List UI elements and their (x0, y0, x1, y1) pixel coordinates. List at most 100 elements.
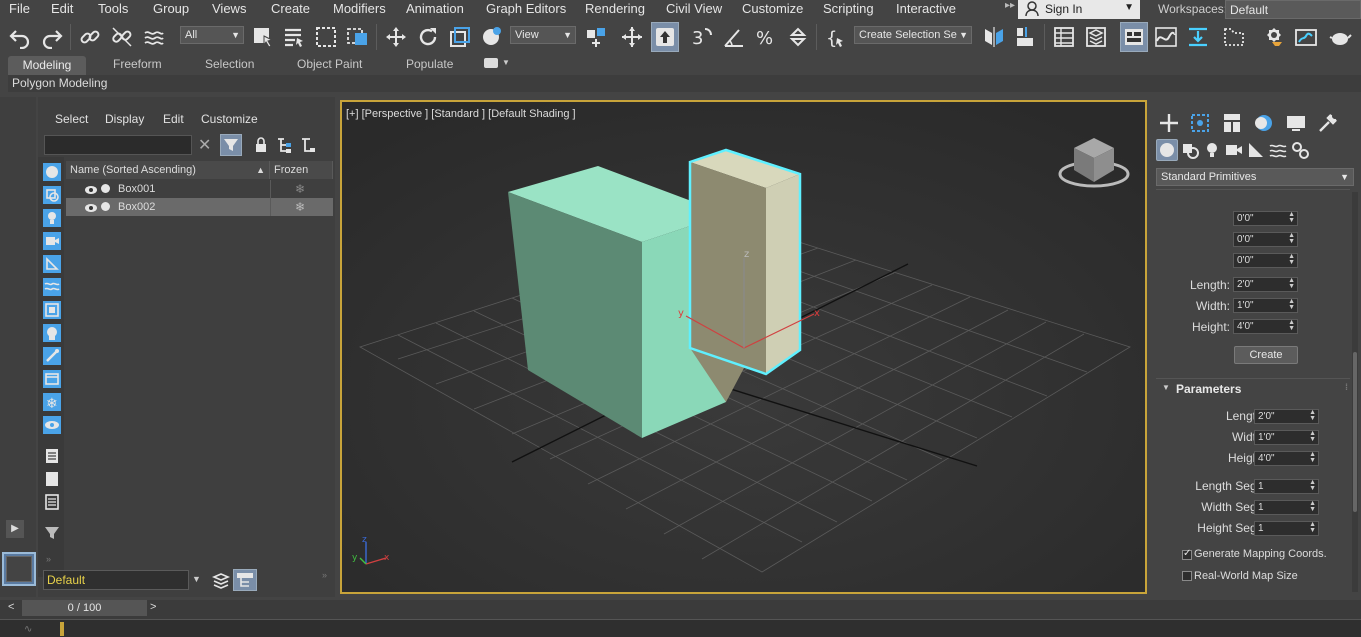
menu-group[interactable]: Group (153, 1, 189, 16)
render-production-button[interactable] (1326, 22, 1354, 52)
generate-mapping-checkbox[interactable]: ✓ (1182, 548, 1192, 560)
toggle-layer-explorer-button[interactable] (1082, 22, 1110, 52)
clear-search-icon[interactable]: ✕ (198, 135, 211, 155)
perspective-viewport[interactable]: y x z z x y [+] [Perspective ] [Standard… (340, 100, 1147, 594)
spinner-arrows-icon[interactable]: ▲ ▼ (1288, 232, 1295, 245)
spinner-arrows-icon[interactable]: ▲ ▼ (1309, 500, 1316, 513)
window-crossing-button[interactable] (344, 22, 372, 52)
workspaces-select[interactable]: Default (1225, 0, 1361, 19)
param-length-spinner[interactable]: 2'0" ▲ ▼ (1254, 409, 1319, 424)
motion-tab[interactable] (1252, 111, 1276, 135)
lights-category-button[interactable] (1202, 140, 1222, 160)
param-width-spinner[interactable]: 1'0" ▲ ▼ (1254, 430, 1319, 445)
spinner-arrows-icon[interactable]: ▲ ▼ (1288, 319, 1295, 332)
unlink-button[interactable] (108, 22, 136, 52)
auto-key-icon[interactable]: ∿ (24, 624, 32, 635)
spinner-arrows-icon[interactable]: ▲ ▼ (1309, 430, 1316, 443)
layer-manager-button[interactable] (210, 570, 232, 590)
display-lights-icon[interactable] (42, 209, 62, 227)
menu-customize[interactable]: Customize (742, 1, 803, 16)
parameters-rollout-header[interactable]: ▼ Parameters ⁞ (1156, 382, 1354, 398)
render-setup-button[interactable] (1260, 22, 1288, 52)
toggle-scene-explorer-button[interactable] (1050, 22, 1078, 52)
polygon-modeling-panel[interactable]: Polygon Modeling (12, 76, 107, 90)
display-frozen-icon[interactable]: ❄ (42, 393, 62, 411)
tab-modeling[interactable]: Modeling (8, 56, 86, 75)
table-row[interactable]: Box001 ❄ (66, 180, 333, 198)
play-icon[interactable]: ▶ (6, 520, 24, 538)
tab-populate[interactable]: Populate (406, 57, 453, 71)
named-selection-set-select[interactable]: Create Selection Se ▼ (854, 26, 972, 44)
x-spinner[interactable]: 0'0" ▲ ▼ (1233, 211, 1298, 226)
table-row[interactable]: Box002 ❄ (66, 198, 333, 216)
select-object-button[interactable] (249, 22, 277, 52)
hierarchy-icon[interactable] (276, 137, 292, 156)
param-height-spinner[interactable]: 4'0" ▲ ▼ (1254, 451, 1319, 466)
explorer-menu-display[interactable]: Display (105, 112, 144, 126)
spinner-arrows-icon[interactable]: ▲ ▼ (1288, 253, 1295, 266)
chevron-down-icon[interactable]: ▼ (192, 574, 201, 584)
spinner-arrows-icon[interactable]: ▲ ▼ (1309, 409, 1316, 422)
tab-selection[interactable]: Selection (205, 57, 254, 71)
rendered-frame-window-button[interactable] (1292, 22, 1320, 52)
length-spinner[interactable]: 2'0" ▲ ▼ (1233, 277, 1298, 292)
systems-category-button[interactable] (1290, 140, 1310, 160)
spinner-arrows-icon[interactable]: ▲ ▼ (1309, 479, 1316, 492)
menu-edit[interactable]: Edit (51, 1, 73, 16)
curve-editor-button[interactable] (1152, 22, 1180, 52)
angle-snap-toggle-button[interactable] (720, 22, 748, 52)
undo-button[interactable] (6, 22, 34, 52)
utilities-tab[interactable] (1316, 111, 1340, 135)
time-next-icon[interactable]: > (150, 601, 156, 613)
create-button[interactable]: Create (1234, 346, 1298, 364)
width-segs-spinner[interactable]: 1 ▲ ▼ (1254, 500, 1319, 515)
display-invert-icon[interactable] (42, 493, 62, 511)
select-and-scale-button[interactable] (446, 22, 474, 52)
snaps-toggle-button[interactable]: 3 (688, 22, 716, 52)
display-all-icon[interactable] (42, 447, 62, 465)
filter-button[interactable] (220, 134, 242, 156)
align-button[interactable] (1012, 22, 1040, 52)
menu-rendering[interactable]: Rendering (585, 1, 645, 16)
modify-tab[interactable] (1188, 111, 1212, 135)
display-hidden-icon[interactable] (42, 416, 62, 434)
selection-filter-select[interactable]: All ▼ (180, 26, 244, 44)
collapse-panel-icon[interactable]: » (322, 570, 327, 580)
chevron-down-icon[interactable]: ▼ (502, 58, 510, 67)
spinner-arrows-icon[interactable]: ▲ ▼ (1288, 277, 1295, 290)
helpers-category-button[interactable] (1246, 140, 1266, 160)
redo-button[interactable] (38, 22, 66, 52)
spinner-arrows-icon[interactable]: ▲ ▼ (1288, 211, 1295, 224)
menu-file[interactable]: File (9, 1, 30, 16)
menu-scripting[interactable]: Scripting (823, 1, 874, 16)
time-slider-thumb[interactable]: 0 / 100 (22, 600, 147, 616)
display-tab[interactable] (1284, 111, 1308, 135)
height-spinner[interactable]: 4'0" ▲ ▼ (1233, 319, 1298, 334)
explorer-menu-edit[interactable]: Edit (163, 112, 184, 126)
display-xrefs-icon[interactable] (42, 324, 62, 342)
rect-selection-region-button[interactable] (312, 22, 340, 52)
track-bar[interactable]: ∿ (0, 619, 1361, 637)
column-header-frozen[interactable]: Frozen (270, 161, 333, 179)
display-shapes-icon[interactable] (42, 186, 62, 204)
column-header-name[interactable]: Name (Sorted Ascending) ▲ (66, 161, 270, 179)
pivot-point-button[interactable] (582, 22, 610, 52)
object-category-select[interactable]: Standard Primitives ▼ (1156, 168, 1354, 186)
manipulate-button[interactable] (618, 22, 646, 52)
select-and-move-button[interactable] (382, 22, 410, 52)
menu-tools[interactable]: Tools (98, 1, 128, 16)
select-and-place-button[interactable] (478, 22, 506, 52)
mini-viewport-thumbnail[interactable] (2, 552, 36, 586)
menu-animation[interactable]: Animation (406, 1, 464, 16)
layer-select[interactable]: Default (43, 570, 189, 590)
viewport-label-menu[interactable]: [+] [Perspective ] [Standard ] [Default … (346, 108, 576, 120)
keyboard-shortcut-override-button[interactable] (651, 22, 679, 52)
expand-panel-icon[interactable]: » (46, 554, 51, 564)
hierarchy-collapse-icon[interactable] (300, 137, 316, 156)
height-segs-spinner[interactable]: 1 ▲ ▼ (1254, 521, 1319, 536)
object-name[interactable]: Box001 (118, 180, 155, 198)
link-button[interactable] (76, 22, 104, 52)
menu-views[interactable]: Views (212, 1, 246, 16)
space-warps-category-button[interactable] (1268, 140, 1288, 160)
rollout-grip-icon[interactable]: ⁞ (1345, 382, 1348, 392)
